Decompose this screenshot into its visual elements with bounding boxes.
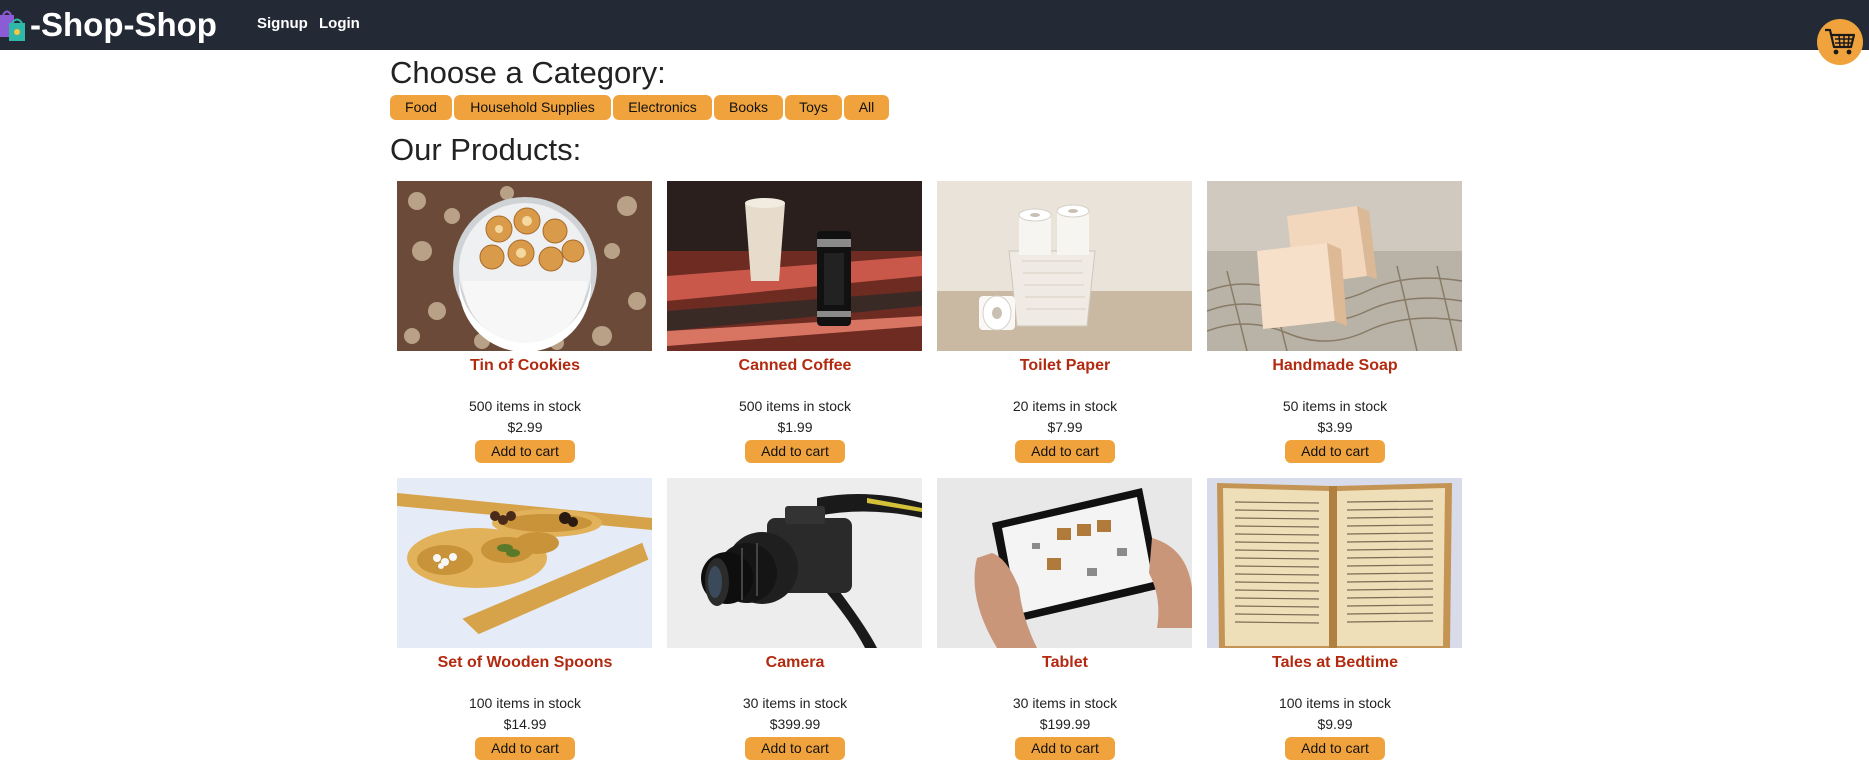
- add-to-cart-button[interactable]: Add to cart: [475, 737, 575, 760]
- book-image[interactable]: [1207, 478, 1462, 648]
- wooden-spoons-image[interactable]: [397, 478, 652, 648]
- add-to-cart-button[interactable]: Add to cart: [1015, 440, 1115, 463]
- product-stock: 500 items in stock: [738, 398, 852, 414]
- add-to-cart-button[interactable]: Add to cart: [1285, 737, 1385, 760]
- product-price: $3.99: [1317, 419, 1353, 435]
- category-toys-button[interactable]: Toys: [785, 95, 842, 120]
- category-household-button[interactable]: Household Supplies: [454, 95, 611, 120]
- product-stock: 30 items in stock: [742, 695, 848, 711]
- product-stock: 100 items in stock: [1278, 695, 1392, 711]
- products-heading: Our Products:: [390, 132, 582, 167]
- cart-button[interactable]: [1817, 19, 1863, 65]
- add-to-cart-button[interactable]: Add to cart: [745, 737, 845, 760]
- signup-link[interactable]: Signup: [257, 15, 308, 32]
- add-to-cart-button[interactable]: Add to cart: [745, 440, 845, 463]
- product-price: $14.99: [503, 716, 547, 732]
- product-name[interactable]: Set of Wooden Spoons: [390, 654, 660, 672]
- product-name[interactable]: Camera: [660, 654, 930, 672]
- category-heading: Choose a Category:: [390, 55, 666, 90]
- product-stock: 20 items in stock: [1012, 398, 1118, 414]
- product-name[interactable]: Tablet: [930, 654, 1200, 672]
- soap-image[interactable]: [1207, 181, 1462, 351]
- product-price: $9.99: [1317, 716, 1353, 732]
- login-link[interactable]: Login: [319, 15, 360, 32]
- product-price: $199.99: [1039, 716, 1091, 732]
- product-name[interactable]: Handmade Soap: [1200, 357, 1470, 375]
- product-name[interactable]: Tales at Bedtime: [1200, 654, 1470, 672]
- product-price: $399.99: [769, 716, 821, 732]
- shopping-cart-icon: [1825, 28, 1856, 55]
- category-all-button[interactable]: All: [844, 95, 889, 120]
- category-electronics-button[interactable]: Electronics: [613, 95, 712, 120]
- product-price: $1.99: [777, 419, 813, 435]
- navbar: -Shop-Shop Signup Login: [0, 0, 1869, 50]
- product-stock: 100 items in stock: [468, 695, 582, 711]
- product-price: $7.99: [1047, 419, 1083, 435]
- coffee-image[interactable]: [667, 181, 922, 351]
- toilet-paper-image[interactable]: [937, 181, 1192, 351]
- category-books-button[interactable]: Books: [714, 95, 783, 120]
- product-stock: 50 items in stock: [1282, 398, 1388, 414]
- category-food-button[interactable]: Food: [390, 95, 452, 120]
- product-name[interactable]: Toilet Paper: [930, 357, 1200, 375]
- add-to-cart-button[interactable]: Add to cart: [1015, 737, 1115, 760]
- tablet-image[interactable]: [937, 478, 1192, 648]
- cookies-image[interactable]: [397, 181, 652, 351]
- product-name[interactable]: Canned Coffee: [660, 357, 930, 375]
- product-stock: 500 items in stock: [468, 398, 582, 414]
- brand-name: -Shop-Shop: [30, 6, 217, 43]
- product-stock: 30 items in stock: [1012, 695, 1118, 711]
- add-to-cart-button[interactable]: Add to cart: [1285, 440, 1385, 463]
- product-name[interactable]: Tin of Cookies: [390, 357, 660, 375]
- brand[interactable]: -Shop-Shop: [0, 6, 217, 44]
- camera-image[interactable]: [667, 478, 922, 648]
- add-to-cart-button[interactable]: Add to cart: [475, 440, 575, 463]
- shopping-bags-icon: [0, 10, 25, 41]
- product-price: $2.99: [507, 419, 543, 435]
